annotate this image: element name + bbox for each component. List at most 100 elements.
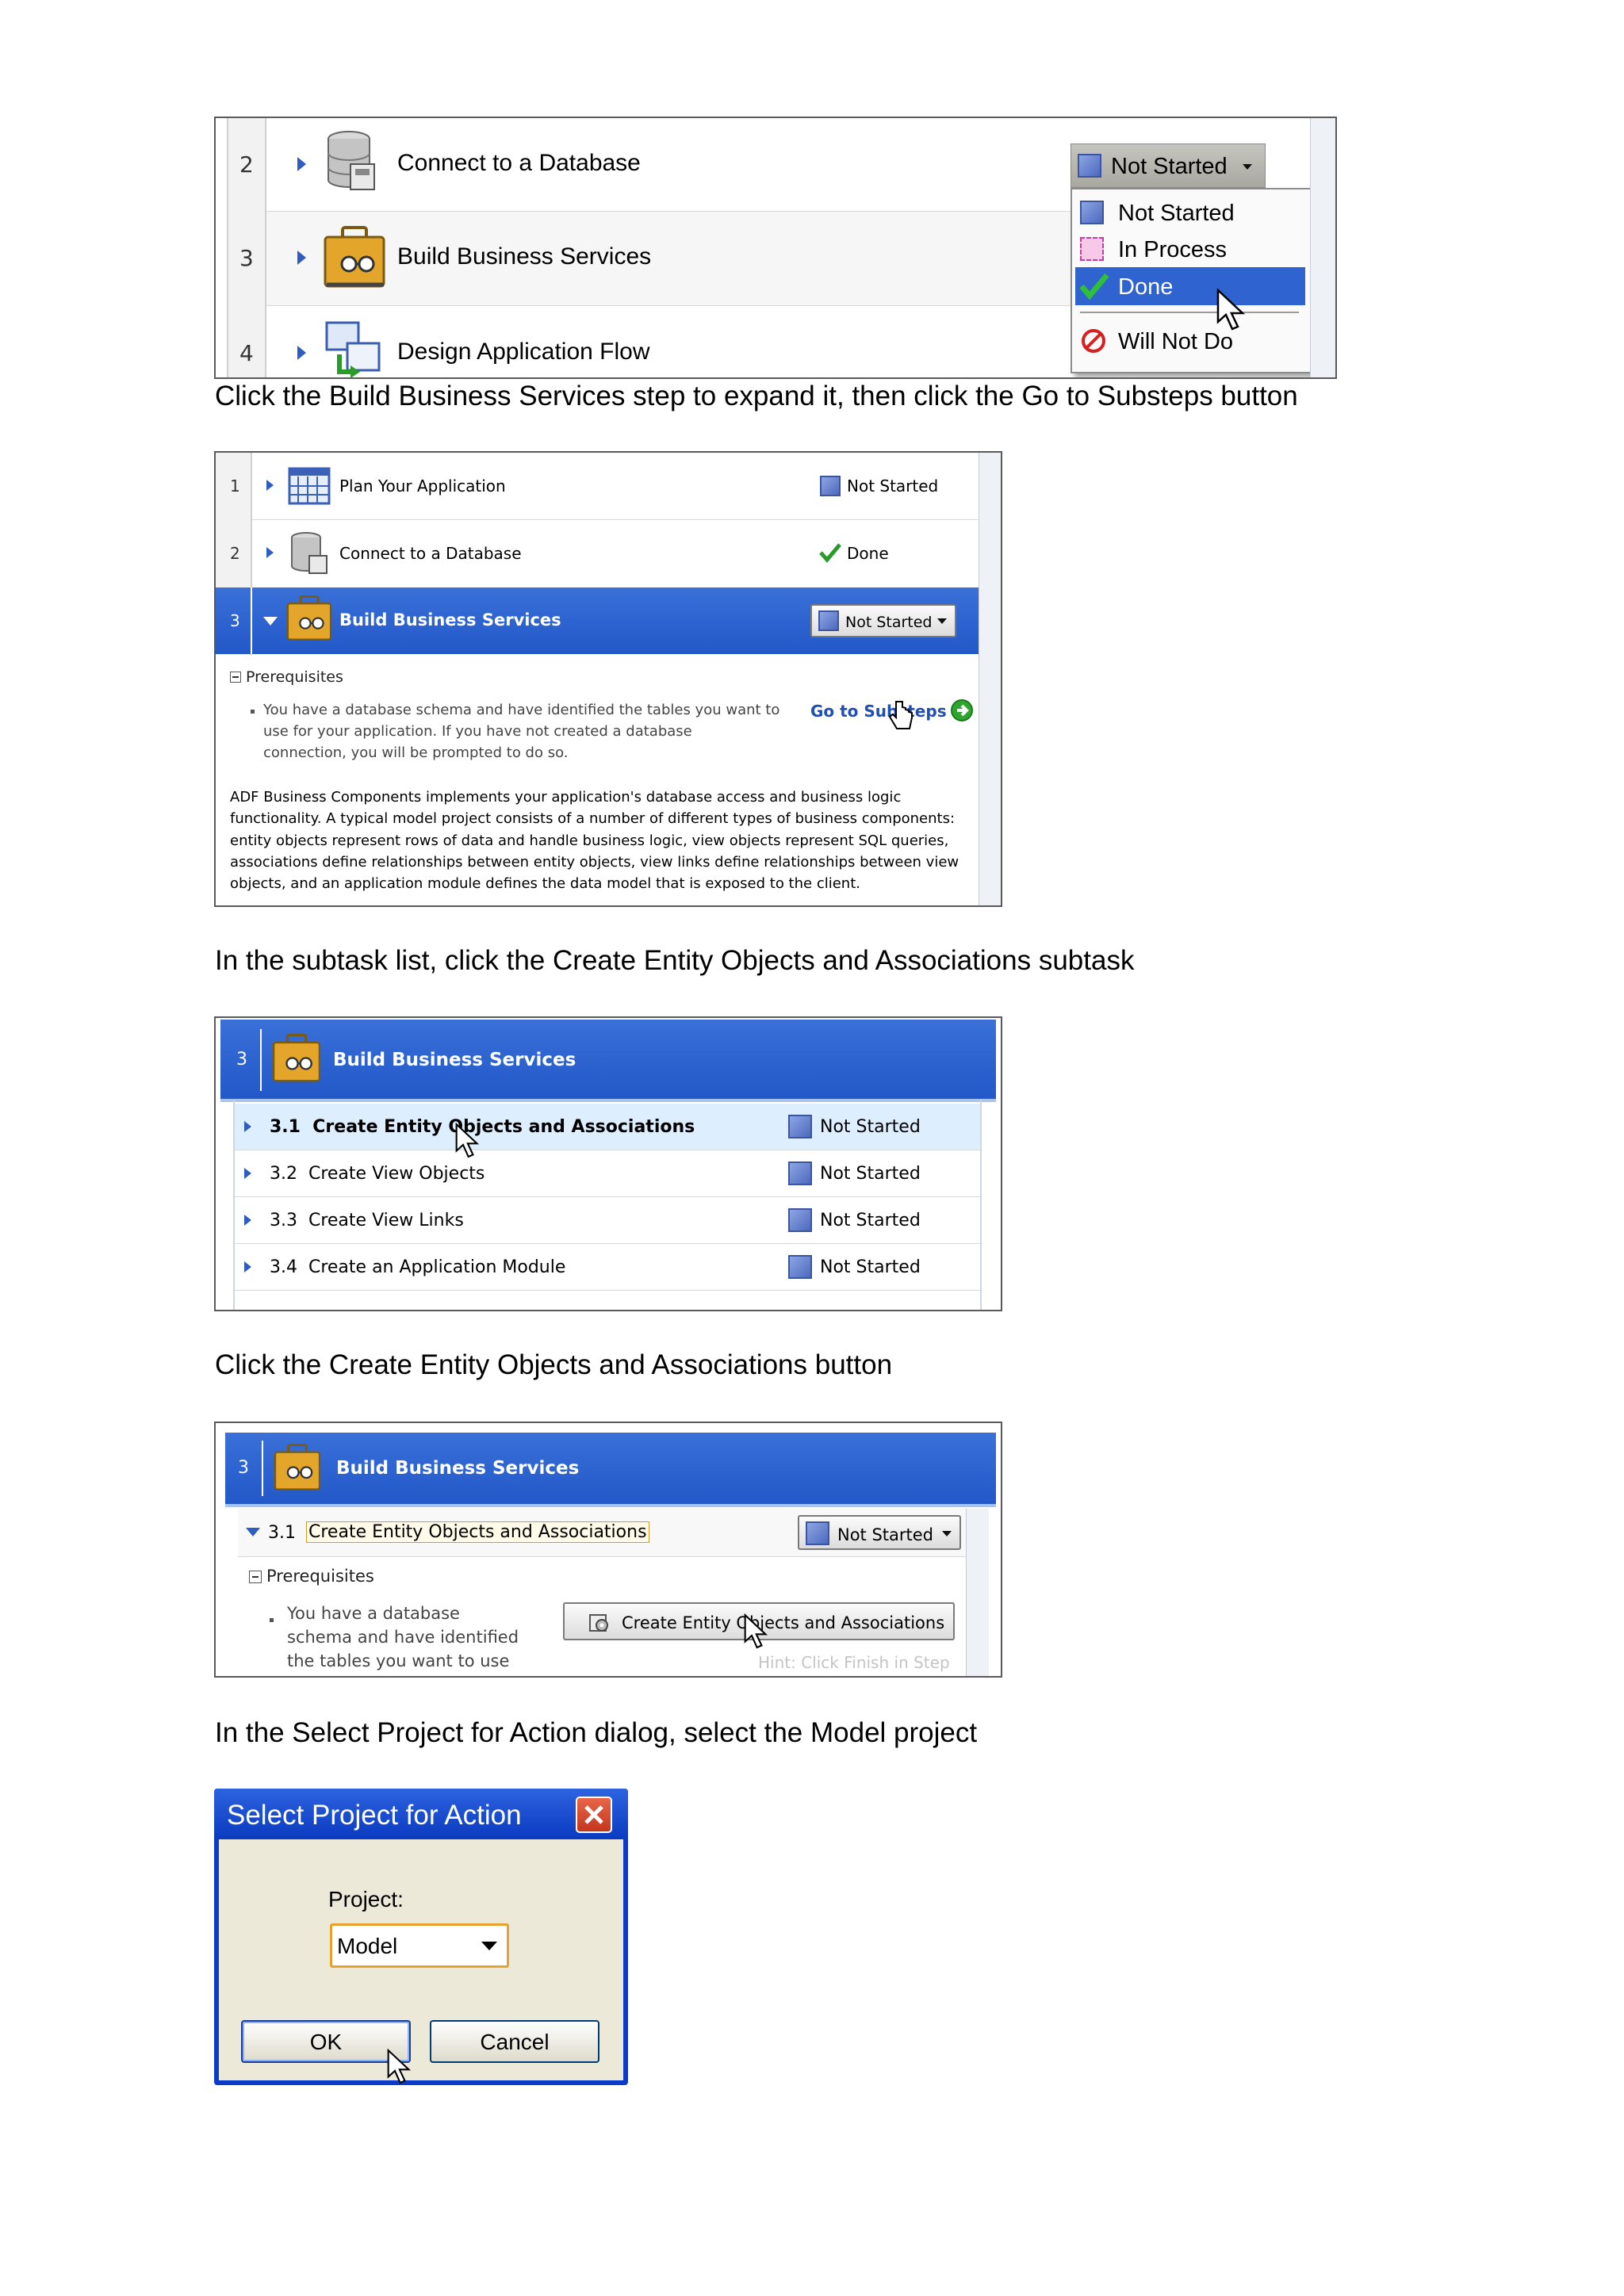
close-button[interactable] (576, 1797, 612, 1833)
collapse-box-icon[interactable] (249, 1571, 262, 1583)
subtask-row-3-1[interactable]: 3.1 Create Entity Objects and Associatio… (238, 1509, 966, 1557)
collapse-arrow-icon[interactable] (263, 617, 278, 626)
expand-arrow-icon[interactable] (244, 1261, 251, 1272)
description-text: associations define relationships betwee… (230, 854, 959, 871)
status-label: Not Started (1111, 154, 1228, 179)
scrollbar[interactable] (979, 453, 1001, 905)
not-started-icon (788, 1161, 812, 1185)
subtask-link[interactable]: Create Entity Objects and Associations (306, 1521, 649, 1543)
status-label: Not Started (820, 1117, 921, 1137)
project-select[interactable]: Model (330, 1923, 509, 1968)
expand-arrow-icon[interactable] (244, 1215, 251, 1226)
mouse-pointer-icon (1216, 288, 1246, 335)
screenshot-status-menu: 2 Connect to a Database 3 Build Business… (214, 117, 1337, 379)
step-label: Design Application Flow (397, 339, 650, 365)
description-text: ADF Business Components implements your … (230, 789, 902, 806)
subtask-row[interactable]: 3.3 Create View Links Not Started (233, 1197, 982, 1244)
expand-arrow-icon[interactable] (244, 1121, 251, 1132)
chevron-down-icon (942, 1531, 952, 1536)
dialog-title: Select Project for Action (227, 1800, 522, 1831)
status-label: Not Started (845, 614, 933, 631)
subtask-row[interactable]: 3.4 Create an Application Module Not Sta… (233, 1244, 982, 1291)
expand-arrow-icon[interactable] (297, 251, 306, 265)
status-dropdown-button[interactable]: Not Started (1071, 144, 1266, 188)
step-label: Build Business Services (339, 610, 561, 629)
expand-arrow-icon[interactable] (266, 547, 274, 558)
step-label: Connect to a Database (339, 544, 522, 563)
menu-item-in-process[interactable]: In Process (1075, 231, 1305, 267)
prerequisite-text: use for your application. If you have no… (263, 723, 692, 740)
subtask-number: 3.1 (268, 1523, 296, 1543)
mouse-pointer-icon (744, 1613, 768, 1653)
subtask-label: 3.3 Create View Links (270, 1211, 464, 1230)
step-number: 2 (239, 151, 254, 178)
menu-item-label: Done (1118, 274, 1174, 300)
prerequisites-heading: Prerequisites (246, 668, 343, 686)
select-project-dialog: Select Project for Action Project: Model… (214, 1789, 628, 2085)
not-started-icon (1078, 154, 1101, 178)
expand-arrow-icon[interactable] (244, 1168, 251, 1179)
collapse-arrow-icon[interactable] (246, 1528, 260, 1536)
expand-arrow-icon[interactable] (266, 480, 274, 491)
menu-item-done[interactable]: Done (1075, 267, 1305, 305)
plan-calendar-icon (287, 465, 331, 507)
chevron-down-icon (1243, 164, 1252, 170)
instruction-caption: Click the Create Entity Objects and Asso… (215, 1349, 893, 1380)
scrollbar[interactable] (1310, 118, 1335, 377)
mouse-pointer-icon (387, 2048, 412, 2085)
not-started-icon (818, 610, 839, 631)
status-label: Not Started (820, 1211, 921, 1230)
chevron-down-icon (481, 1942, 497, 1950)
hand-pointer-icon (887, 700, 915, 738)
description-text: objects, and an application module defin… (230, 875, 860, 892)
mouse-pointer-icon (455, 1122, 480, 1162)
database-icon (289, 530, 331, 576)
description-text: functionality. A typical model project c… (230, 810, 956, 827)
not-started-icon (1080, 201, 1104, 224)
status-label: Not Started (837, 1525, 934, 1544)
prerequisite-text: You have a database schema and have iden… (263, 702, 780, 718)
status-label: Not Started (820, 1164, 921, 1184)
instruction-caption: Click the Build Business Services step t… (215, 381, 1298, 411)
project-select-value: Model (337, 1934, 398, 1958)
menu-item-will-not-do[interactable]: Will Not Do (1075, 321, 1305, 359)
bullet (251, 710, 255, 714)
collapse-box-icon[interactable] (230, 672, 241, 683)
subtask-row[interactable]: 3.2 Create View Objects Not Started (233, 1150, 982, 1197)
step-label: Build Business Services (336, 1458, 580, 1479)
step-label: Build Business Services (397, 243, 652, 270)
database-icon (324, 129, 382, 194)
status-dropdown-button[interactable]: Not Started (810, 604, 956, 637)
step-number: 1 (230, 476, 240, 496)
menu-item-not-started[interactable]: Not Started (1075, 194, 1305, 231)
bullet (270, 1618, 274, 1622)
screenshot-subtask-list: 3 Build Business Services 3.1 Create Ent… (214, 1016, 1002, 1311)
subtask-label: 3.1 Create Entity Objects and Associatio… (270, 1117, 695, 1137)
scrollbar[interactable] (966, 1509, 989, 1676)
gear-icon (588, 1612, 611, 1634)
step-number: 3 (238, 1458, 249, 1478)
step-number: 3 (236, 1050, 247, 1070)
status-menu: Not Started In Process Done Will Not Do (1071, 188, 1312, 373)
ok-button[interactable]: OK (241, 2020, 411, 2063)
subtask-label: 3.4 Create an Application Module (270, 1257, 566, 1277)
menu-item-label: Not Started (1118, 201, 1235, 226)
status-dropdown-button[interactable]: Not Started (798, 1515, 961, 1550)
expand-arrow-icon[interactable] (297, 157, 306, 171)
not-started-icon (788, 1255, 812, 1279)
cancel-button[interactable]: Cancel (430, 2020, 599, 2063)
close-icon (584, 1805, 603, 1824)
step-number: 3 (230, 611, 240, 630)
flow-diagram-icon (324, 320, 387, 377)
briefcase-icon (273, 1442, 322, 1494)
instruction-caption: In the subtask list, click the Create En… (215, 945, 1135, 976)
status-label: Not Started (847, 476, 939, 496)
subtask-row[interactable]: 3.1 Create Entity Objects and Associatio… (233, 1104, 982, 1150)
step-number: 2 (230, 544, 240, 563)
expand-arrow-icon[interactable] (297, 346, 306, 360)
button-label: Cancel (480, 2030, 550, 2054)
status-label: Not Started (820, 1257, 921, 1277)
prerequisite-text: the tables you want to use (287, 1651, 510, 1670)
step-label: Connect to a Database (397, 150, 641, 176)
not-started-icon (788, 1208, 812, 1232)
